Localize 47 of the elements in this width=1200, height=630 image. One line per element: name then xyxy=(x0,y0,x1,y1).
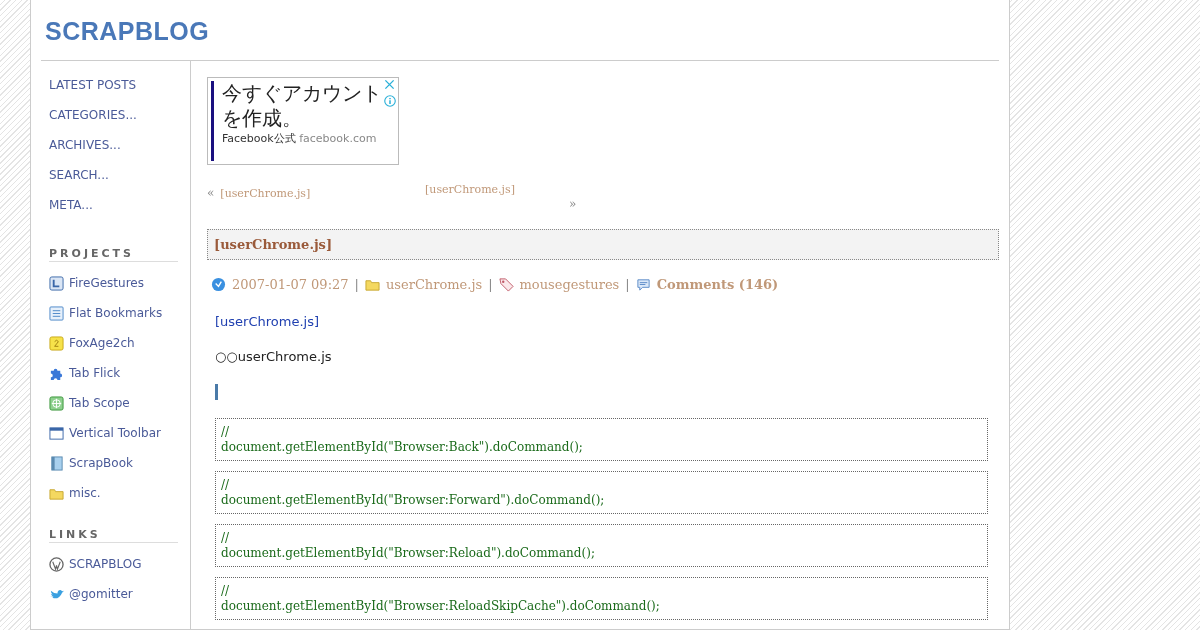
sidebar-link[interactable]: Flat Bookmarks xyxy=(69,306,163,320)
separator: | xyxy=(354,276,359,292)
nav-link[interactable]: CATEGORIES... xyxy=(49,107,190,137)
sidebar-link[interactable]: Tab Flick xyxy=(69,366,121,380)
section-heading: LINKS xyxy=(49,528,178,543)
nav-link[interactable]: META... xyxy=(49,197,190,227)
code-comment: // xyxy=(221,425,231,440)
code-comment: // xyxy=(221,584,231,599)
site-title[interactable]: SCRAPBLOG xyxy=(41,0,999,61)
code-comment: // xyxy=(221,531,231,546)
sidebar-link[interactable]: Tab Scope xyxy=(69,396,130,410)
sidebar-link[interactable]: misc. xyxy=(69,486,101,500)
nav-link[interactable]: SEARCH... xyxy=(49,167,190,197)
speech-bubble-icon xyxy=(635,276,651,292)
sidebar-link[interactable]: Vertical Toolbar xyxy=(69,426,161,440)
code-line: document.getElementById("Browser:ReloadSkipCache").doCommand(); xyxy=(221,599,661,614)
window-icon xyxy=(49,425,64,441)
sidebar-link[interactable]: ScrapBook xyxy=(69,456,133,470)
book-icon xyxy=(49,455,64,471)
sidebar-link[interactable]: FoxAge2ch xyxy=(69,336,135,350)
separator: | xyxy=(488,276,493,292)
ad-headline[interactable]: 今すぐアカウントを作成。 xyxy=(222,81,387,131)
info-icon xyxy=(384,95,396,107)
sidebar-link[interactable]: FireGestures xyxy=(69,276,144,290)
post-text: ○○userChrome.js xyxy=(215,349,333,364)
next-marker: » xyxy=(568,197,577,213)
code-comment: // xyxy=(221,478,231,493)
wordpress-logo-icon xyxy=(49,556,64,572)
sidebar-link[interactable]: SCRAPBLOG xyxy=(69,557,142,571)
close-icon xyxy=(384,79,395,90)
nav-link[interactable]: ARCHIVES... xyxy=(49,137,190,167)
post-date: 2007-01-07 09:27 xyxy=(232,276,349,292)
code-line: document.getElementById("Browser:Reload").doCommand(); xyxy=(221,546,596,561)
previous-marker: « xyxy=(207,186,215,200)
code-line: document.getElementById("Browser:Back").doCommand(); xyxy=(221,440,584,455)
ad-source: Facebook公式 facebook.com xyxy=(222,131,378,146)
post-link[interactable]: [userChrome.js] xyxy=(215,314,999,329)
section-heading: PROJECTS xyxy=(49,247,178,262)
nav-link[interactable]: LATEST POSTS xyxy=(49,77,190,107)
list-icon xyxy=(49,305,64,321)
sidebar-link[interactable]: @gomitter xyxy=(69,587,133,601)
separator: | xyxy=(625,276,630,292)
code-line: document.getElementById("Browser:Forward").doCommand(); xyxy=(221,493,606,508)
numbered-square-icon xyxy=(49,335,64,351)
crosshair-icon xyxy=(49,395,64,411)
tag-icon xyxy=(498,276,514,292)
post-title: [userChrome.js] xyxy=(207,229,999,260)
